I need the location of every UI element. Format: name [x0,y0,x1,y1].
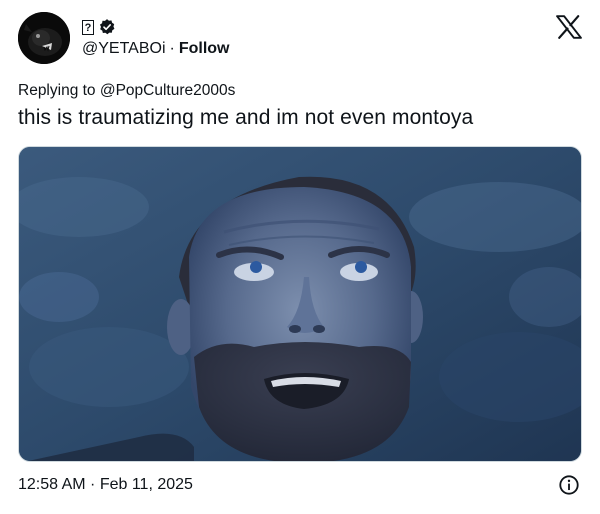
reply-mention-link[interactable]: @PopCulture2000s [100,82,236,99]
tweet-photo[interactable] [18,146,582,462]
tweet-card: ? @YETABOi · Follow Replying to @PopCult… [0,0,600,514]
separator-dot: · [169,40,175,57]
verified-badge-icon [99,19,115,35]
avatar[interactable] [18,12,70,64]
handle-row: @YETABOi · Follow [82,40,230,58]
author-handle[interactable]: @YETABOi [82,40,166,58]
follow-button[interactable]: Follow [179,40,230,58]
author-name-row: ? [82,16,116,38]
tweet-timestamp[interactable]: 12:58 AM · Feb 11, 2025 [18,476,193,494]
x-logo-icon[interactable] [556,15,582,39]
replying-to-label: Replying to [18,82,96,99]
display-name[interactable]: ? [82,19,94,35]
tweet-text: this is traumatizing me and im not even … [18,106,474,129]
info-icon[interactable] [558,474,580,496]
dark-creature-avatar-icon [18,12,70,64]
man-looking-up-photo-icon [19,147,581,461]
replying-to-line: Replying to @PopCulture2000s [18,82,235,100]
